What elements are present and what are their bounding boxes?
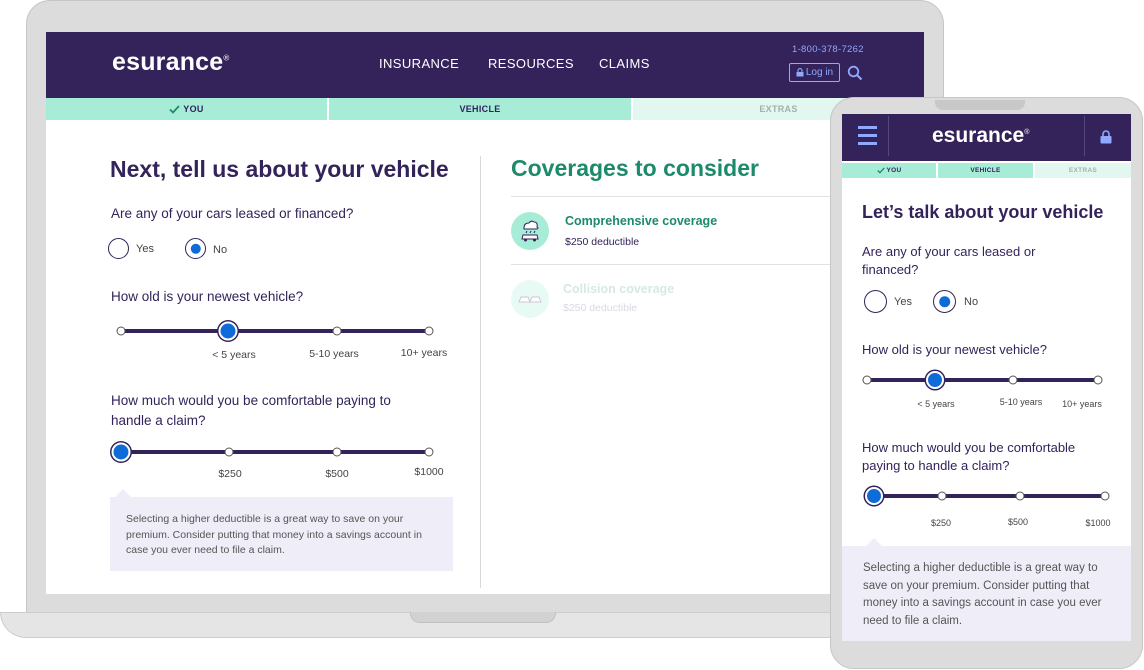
mobile-age-stop-3[interactable] (1093, 375, 1103, 385)
deductible-slider-handle[interactable] (111, 442, 131, 462)
deductible-tick-250: $250 (218, 468, 242, 480)
collision-deductible: $250 deductible (563, 302, 638, 314)
comprehensive-title[interactable]: Comprehensive coverage (565, 214, 717, 228)
desktop-screen: esurance® INSURANCE RESOURCES CLAIMS 1-8… (46, 32, 924, 594)
mobile-screen: esurance® YOU VEHICLE EXTRAS Let’s talk … (842, 114, 1131, 641)
nav-claims[interactable]: CLAIMS (599, 56, 650, 71)
login-label: Log in (805, 67, 834, 78)
nav-resources[interactable]: RESOURCES (488, 56, 574, 71)
check-icon (876, 167, 885, 174)
question-deductible: How much would you be comfortable paying… (111, 393, 391, 428)
login-button[interactable]: Log in (789, 63, 840, 82)
mobile-deductible-tick-500: $500 (1007, 517, 1029, 527)
mobile-tip-pointer (866, 538, 882, 546)
deductible-tip: Selecting a higher deductible is a great… (110, 497, 453, 571)
step-you-label: YOU (183, 104, 204, 114)
mobile-progress-steps: YOU VEHICLE EXTRAS (842, 163, 1131, 178)
mobile-question-vehicle-age: How old is your newest vehicle? (862, 342, 1047, 357)
mobile-deductible-stop-500[interactable] (1015, 491, 1025, 501)
vehicle-age-stop-3[interactable] (424, 326, 434, 336)
nav-insurance[interactable]: INSURANCE (379, 56, 459, 71)
menu-icon[interactable] (858, 126, 877, 148)
column-divider (480, 156, 481, 588)
deductible-stop-250[interactable] (224, 447, 234, 457)
mobile-page-title: Let’s talk about your vehicle (862, 202, 1104, 222)
lock-icon[interactable] (1100, 130, 1112, 144)
mobile-radio-no-label: No (964, 296, 979, 308)
mobile-deductible-track[interactable] (874, 494, 1106, 498)
mobile-deductible-tip: Selecting a higher deductible is a great… (842, 546, 1131, 641)
desktop-logo[interactable]: esurance® (112, 48, 230, 77)
progress-steps: YOU VEHICLE EXTRAS (46, 98, 924, 120)
laptop-notch (410, 612, 556, 623)
mobile-vehicle-age-track[interactable] (866, 378, 1100, 382)
vehicle-age-stop-0[interactable] (116, 326, 126, 336)
age-tick-under-5: < 5 years (212, 349, 256, 361)
mobile-deductible-stop-250[interactable] (937, 491, 947, 501)
mobile-deductible-tick-1000: $1000 (1085, 518, 1111, 528)
search-icon[interactable] (847, 65, 863, 81)
vehicle-age-stop-2[interactable] (332, 326, 342, 336)
radio-yes-label: Yes (136, 243, 154, 255)
vehicle-age-slider-handle[interactable] (218, 321, 238, 341)
mobile-step-extras-label: EXTRAS (1068, 167, 1098, 174)
step-extras-label: EXTRAS (759, 104, 798, 114)
mobile-radio-yes-label: Yes (894, 296, 912, 308)
tip-pointer (115, 489, 131, 497)
nav-separator (1084, 116, 1085, 156)
mobile-step-extras: EXTRAS (1035, 163, 1131, 178)
vehicle-age-slider-track[interactable] (120, 329, 430, 333)
deductible-stop-1000[interactable] (424, 447, 434, 457)
age-tick-5-10: 5-10 years (309, 348, 359, 360)
mobile-question-deductible: How much would you be comfortable paying… (862, 440, 1076, 473)
mobile-step-you[interactable]: YOU (842, 163, 936, 178)
coverages-heading: Coverages to consider (511, 155, 759, 181)
collision-icon (511, 280, 549, 318)
mobile-step-you-label: YOU (886, 167, 902, 174)
mobile-radio-no[interactable] (933, 290, 956, 313)
phone-speaker (935, 100, 1025, 110)
mobile-question-leased: Are any of your cars leased or financed? (862, 244, 1036, 277)
lock-icon (796, 68, 804, 77)
check-icon (169, 104, 180, 114)
mobile-age-stop-0[interactable] (862, 375, 872, 385)
radio-yes[interactable] (108, 238, 129, 259)
question-leased: Are any of your cars leased or financed? (111, 206, 354, 221)
mobile-deductible-handle[interactable] (865, 487, 883, 505)
comprehensive-deductible: $250 deductible (565, 236, 640, 248)
mobile-age-tick-5-10: 5-10 years (999, 397, 1043, 407)
mobile-logo[interactable]: esurance® (932, 124, 1029, 148)
step-vehicle[interactable]: VEHICLE (329, 98, 631, 120)
deductible-slider-track[interactable] (120, 450, 430, 454)
step-you[interactable]: YOU (46, 98, 327, 120)
step-vehicle-label: VEHICLE (459, 104, 501, 114)
radio-no-label: No (213, 244, 228, 256)
radio-no[interactable] (185, 238, 206, 259)
question-vehicle-age: How old is your newest vehicle? (111, 289, 304, 304)
mobile-step-vehicle-label: VEHICLE (970, 167, 1001, 174)
deductible-tick-1000: $1000 (414, 466, 444, 478)
mobile-step-vehicle[interactable]: VEHICLE (938, 163, 1033, 178)
mobile-navbar: esurance® (842, 114, 1131, 161)
age-tick-10-plus: 10+ years (400, 347, 448, 359)
comprehensive-icon (511, 212, 549, 250)
mobile-age-stop-2[interactable] (1008, 375, 1018, 385)
mobile-deductible-tick-250: $250 (930, 518, 952, 528)
mobile-age-tick-under-5: < 5 years (917, 399, 955, 409)
mobile-age-tick-10-plus: 10+ years (1062, 399, 1102, 409)
mobile-radio-yes[interactable] (864, 290, 887, 313)
mobile-deductible-stop-1000[interactable] (1100, 491, 1110, 501)
collision-title[interactable]: Collision coverage (563, 282, 674, 296)
deductible-tick-500: $500 (325, 468, 349, 480)
desktop-navbar: esurance® INSURANCE RESOURCES CLAIMS 1-8… (46, 32, 924, 98)
deductible-stop-500[interactable] (332, 447, 342, 457)
nav-separator (888, 116, 889, 156)
page-title: Next, tell us about your vehicle (110, 156, 449, 182)
mobile-vehicle-age-handle[interactable] (926, 371, 944, 389)
phone-number[interactable]: 1-800-378-7262 (792, 44, 864, 55)
